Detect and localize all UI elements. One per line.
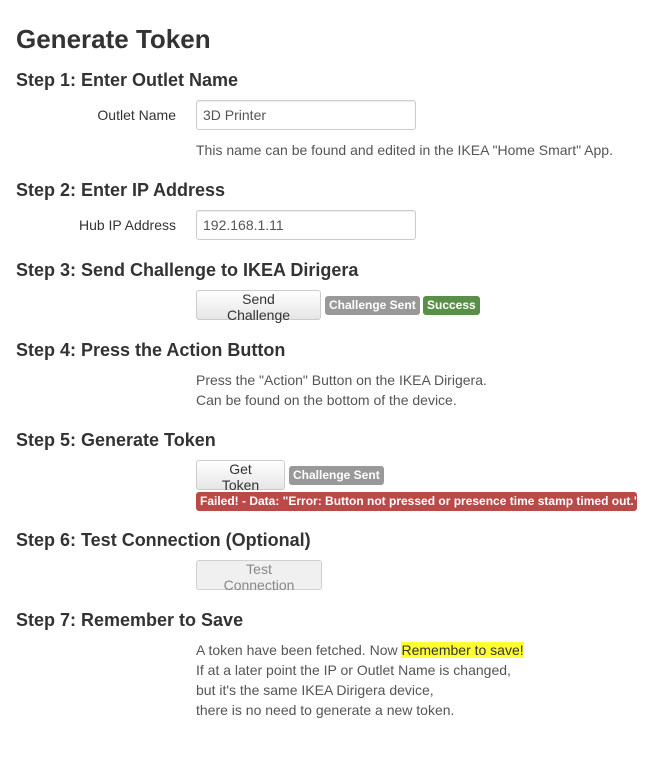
step4-instruction-line: Can be found on the bottom of the device… (196, 392, 457, 408)
outlet-name-help-text: This name can be found and edited in the… (196, 142, 613, 158)
remember-to-save-highlight: Remember to save! (401, 642, 524, 658)
step4-instruction-line: Press the "Action" Button on the IKEA Di… (196, 372, 487, 388)
success-badge: Success (423, 296, 480, 315)
step3-heading: Step 3: Send Challenge to IKEA Dirigera (16, 260, 359, 280)
step1-heading: Step 1: Enter Outlet Name (16, 70, 239, 90)
challenge-sent-badge: Challenge Sent (325, 296, 420, 315)
outlet-name-input[interactable] (196, 100, 416, 130)
step7-heading: Step 7: Remember to Save (16, 610, 244, 630)
send-challenge-button[interactable]: Send Challenge (196, 290, 321, 323)
step4-heading: Step 4: Press the Action Button (16, 340, 286, 360)
step7-line-1-prefix: A token have been fetched. Now (196, 642, 402, 658)
outlet-name-label: Outlet Name (97, 107, 176, 123)
hub-ip-label: Hub IP Address (78, 217, 176, 233)
step7-line: but it's the same IKEA Dirigera device, (196, 682, 434, 698)
step5-heading: Step 5: Generate Token (16, 430, 216, 450)
page-title: Generate Token (16, 24, 211, 54)
error-badge: Failed! - Data: "Error: Button not press… (196, 492, 639, 511)
step7-line: If at a later point the IP or Outlet Nam… (196, 662, 511, 678)
test-connection-button[interactable]: Test Connection (196, 560, 322, 593)
get-token-button[interactable]: Get Token (196, 460, 285, 493)
step7-line-1: A token have been fetched. Now Remember … (196, 640, 524, 660)
step6-heading: Step 6: Test Connection (Optional) (16, 530, 311, 550)
step7-line: there is no need to generate a new token… (196, 702, 455, 718)
challenge-sent-badge: Challenge Sent (289, 466, 384, 485)
step2-heading: Step 2: Enter IP Address (16, 180, 226, 200)
hub-ip-input[interactable] (196, 210, 416, 240)
